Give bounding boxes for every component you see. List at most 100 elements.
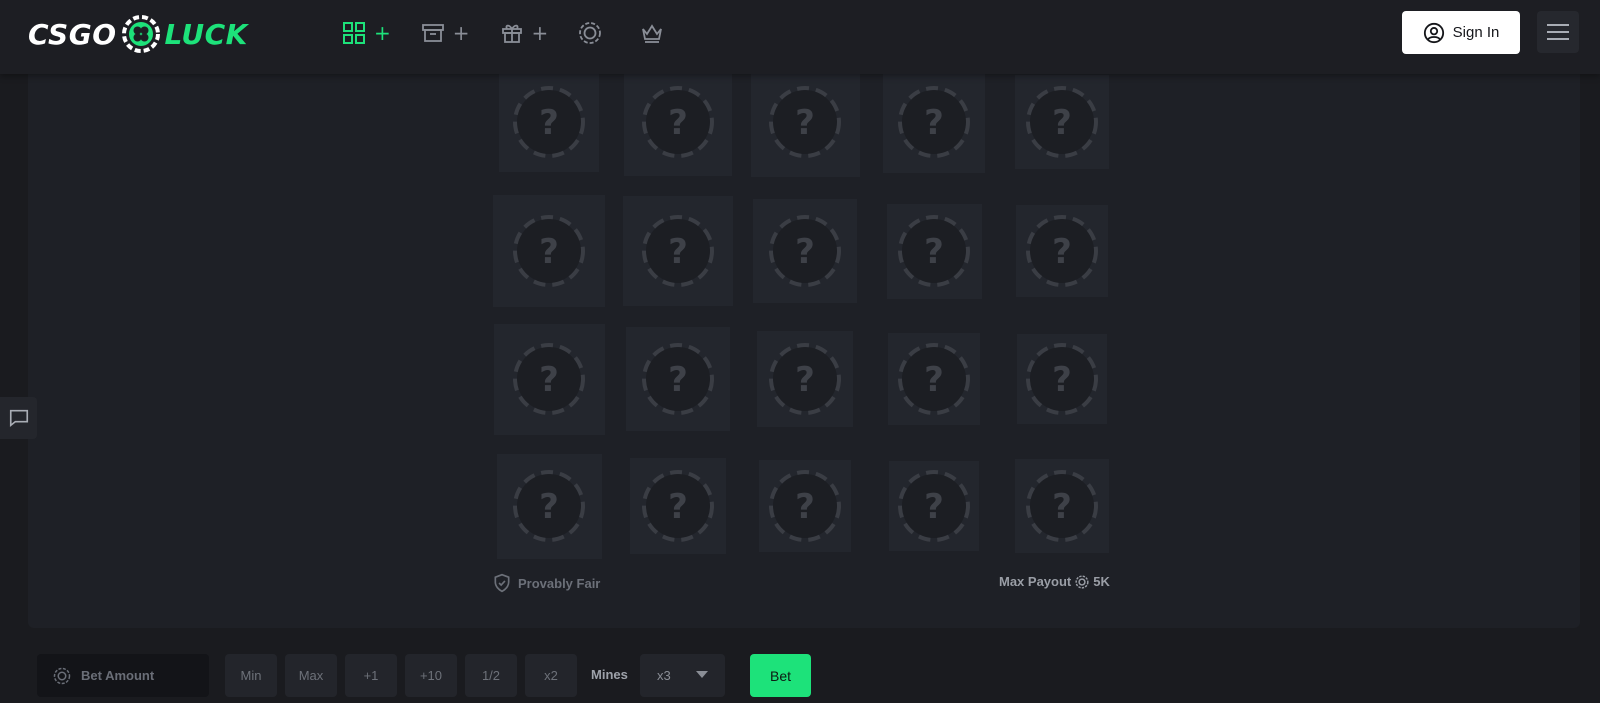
nav-games-plus: + (374, 21, 391, 45)
svg-text:?: ? (795, 232, 815, 272)
bet-half-button[interactable]: 1/2 (465, 654, 517, 697)
mine-tile[interactable]: ? (499, 72, 599, 172)
coin-icon (1075, 574, 1089, 589)
svg-text:?: ? (1052, 103, 1072, 143)
mine-tile[interactable]: ? (757, 331, 853, 427)
shield-check-icon (494, 573, 510, 593)
hidden-chip-icon: ? (898, 343, 970, 415)
max-payout-label: Max Payout (999, 574, 1072, 589)
chevron-down-icon (696, 671, 708, 678)
main-nav: + + + (342, 18, 664, 48)
coin-icon (579, 22, 602, 44)
svg-text:?: ? (924, 360, 944, 400)
max-payout: Max Payout 5K (999, 574, 1110, 589)
site-logo[interactable]: CSGO LUCK (28, 14, 248, 54)
grid-icon (343, 22, 365, 44)
bet-controls: Min Max +1 +10 1/2 x2 Mines x3 Bet (0, 654, 1600, 697)
mine-tile[interactable]: ? (623, 196, 733, 306)
mine-tile[interactable]: ? (624, 68, 732, 176)
svg-text:?: ? (924, 487, 944, 527)
mine-tile[interactable]: ? (1015, 459, 1109, 553)
nav-cases-plus: + (452, 21, 470, 45)
provably-fair-label: Provably Fair (518, 575, 601, 591)
nav-rewards[interactable]: + (500, 18, 548, 48)
svg-text:?: ? (1052, 232, 1072, 272)
svg-text:?: ? (795, 360, 815, 400)
bet-max-button[interactable]: Max (285, 654, 337, 697)
crown-icon (642, 24, 663, 43)
bet-double-button[interactable]: x2 (525, 654, 577, 697)
mine-tile[interactable]: ? (1017, 334, 1107, 424)
mines-count-value: x3 (657, 668, 671, 683)
mine-tile[interactable]: ? (883, 71, 985, 173)
bet-button[interactable]: Bet (750, 654, 811, 697)
hamburger-icon (1547, 24, 1569, 40)
mine-tile[interactable]: ? (1015, 75, 1109, 169)
hidden-chip-icon: ? (1026, 215, 1098, 287)
mine-tile[interactable]: ? (630, 458, 726, 554)
top-header: CSGO LUCK + + + Sign In (0, 0, 1600, 74)
clover-chip-icon (121, 15, 160, 53)
hidden-chip-icon: ? (642, 343, 714, 415)
hidden-chip-icon: ? (898, 215, 970, 287)
hidden-chip-icon: ? (642, 215, 714, 287)
hidden-chip-icon: ? (769, 470, 841, 542)
mines-label: Mines (591, 667, 628, 682)
logo-text-left: CSGO (28, 17, 117, 51)
svg-text:?: ? (539, 103, 559, 143)
svg-text:?: ? (668, 232, 688, 272)
hidden-chip-icon: ? (898, 470, 970, 542)
svg-text:?: ? (924, 103, 944, 143)
hidden-chip-icon: ? (769, 86, 841, 158)
gift-icon (501, 24, 522, 43)
hidden-chip-icon: ? (1026, 86, 1098, 158)
hidden-chip-icon: ? (769, 215, 841, 287)
mine-tile[interactable]: ? (886, 203, 982, 299)
hidden-chip-icon: ? (642, 86, 714, 158)
hidden-chip-icon: ? (513, 86, 585, 158)
user-circle-icon (1423, 22, 1444, 43)
mine-tile[interactable]: ? (759, 460, 851, 552)
nav-coins[interactable] (578, 18, 602, 48)
svg-text:?: ? (1052, 360, 1072, 400)
nav-games[interactable]: + (342, 18, 391, 48)
hidden-chip-icon: ? (1026, 470, 1098, 542)
nav-cases[interactable]: + (421, 18, 470, 48)
sign-in-button[interactable]: Sign In (1402, 11, 1520, 54)
mine-tile[interactable]: ? (1016, 205, 1108, 297)
bet-amount-input[interactable] (81, 668, 201, 683)
menu-button[interactable] (1537, 11, 1579, 53)
svg-text:?: ? (795, 487, 815, 527)
svg-text:?: ? (1052, 487, 1072, 527)
hidden-chip-icon: ? (513, 215, 585, 287)
mine-tile[interactable]: ? (496, 453, 602, 559)
hidden-chip-icon: ? (642, 470, 714, 542)
mines-count-select[interactable]: x3 (640, 654, 725, 697)
mine-tile[interactable]: ? (750, 67, 860, 177)
mine-tile[interactable]: ? (888, 333, 980, 425)
max-payout-value: 5K (1093, 574, 1110, 589)
svg-text:?: ? (668, 360, 688, 400)
hidden-chip-icon: ? (769, 343, 841, 415)
mine-tile[interactable]: ? (493, 323, 605, 435)
provably-fair-link[interactable]: Provably Fair (492, 573, 600, 593)
svg-text:?: ? (539, 232, 559, 272)
bet-plus-one-button[interactable]: +1 (345, 654, 397, 697)
hidden-chip-icon: ? (898, 86, 970, 158)
chat-toggle-button[interactable] (0, 397, 37, 439)
svg-text:?: ? (668, 487, 688, 527)
mine-tile[interactable]: ? (753, 199, 857, 303)
bet-min-button[interactable]: Min (225, 654, 277, 697)
bet-plus-ten-button[interactable]: +10 (405, 654, 457, 697)
bet-amount-field[interactable] (37, 654, 209, 697)
svg-text:?: ? (539, 360, 559, 400)
mine-tile[interactable]: ? (889, 461, 979, 551)
hidden-chip-icon: ? (1026, 343, 1098, 415)
coin-icon (53, 667, 71, 684)
mine-tile[interactable]: ? (493, 195, 605, 307)
mine-tile[interactable]: ? (626, 327, 730, 431)
archive-box-icon (421, 24, 444, 42)
svg-text:?: ? (539, 487, 559, 527)
nav-vip[interactable] (640, 18, 664, 48)
svg-text:?: ? (668, 103, 688, 143)
